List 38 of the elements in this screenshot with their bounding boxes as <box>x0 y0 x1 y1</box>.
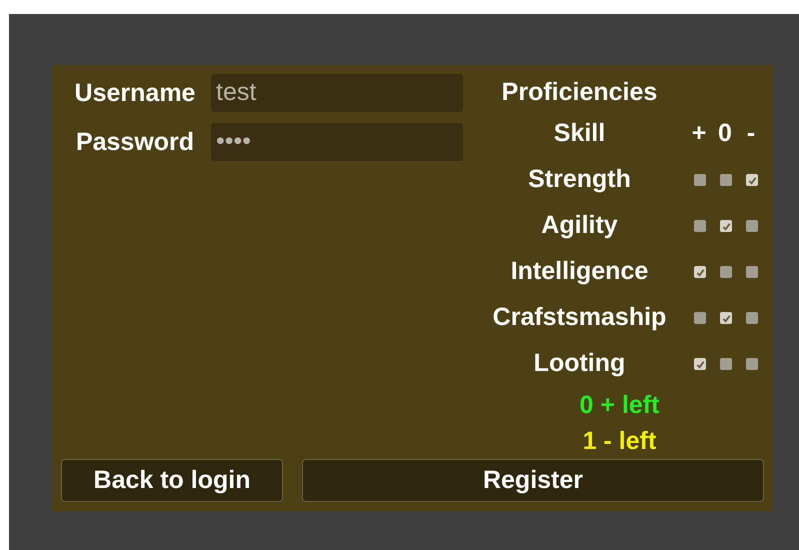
check-icon <box>696 268 704 276</box>
points-left-label: 0 + left <box>578 390 660 421</box>
skill-name: Looting <box>532 348 626 380</box>
checkbox[interactable] <box>720 358 732 370</box>
column-header: 0 <box>717 118 733 150</box>
checkbox[interactable] <box>694 312 706 324</box>
proficiencies-title: Proficiencies <box>500 77 658 108</box>
input-field[interactable]: test <box>211 74 463 112</box>
checkbox[interactable] <box>746 312 758 324</box>
checkbox[interactable] <box>694 220 706 232</box>
check-icon <box>722 314 730 322</box>
register-button[interactable]: Register <box>302 459 764 502</box>
field-label: Password <box>74 130 196 154</box>
checkbox[interactable] <box>746 266 758 278</box>
checkbox[interactable] <box>746 220 758 232</box>
checkbox[interactable] <box>720 220 732 232</box>
skill-name: Strength <box>527 164 632 196</box>
checkbox[interactable] <box>746 174 758 186</box>
checkbox[interactable] <box>694 266 706 278</box>
check-icon <box>722 222 730 230</box>
checkbox[interactable] <box>720 174 732 186</box>
points-left-label: 1 - left <box>582 426 658 457</box>
check-icon <box>696 360 704 368</box>
checkbox[interactable] <box>694 174 706 186</box>
checkbox[interactable] <box>720 266 732 278</box>
column-header: + <box>691 118 707 150</box>
input-field[interactable]: •••• <box>211 123 463 161</box>
checkbox[interactable] <box>720 312 732 324</box>
check-icon <box>748 176 756 184</box>
skill-header: Skill <box>552 118 606 150</box>
field-label: Username <box>74 80 196 106</box>
column-header: - <box>746 118 756 150</box>
back-button[interactable]: Back to login <box>61 459 283 502</box>
checkbox[interactable] <box>694 358 706 370</box>
checkbox[interactable] <box>746 358 758 370</box>
skill-name: Intelligence <box>510 256 650 288</box>
skill-name: Crafstsmaship <box>492 302 668 334</box>
skill-name: Agility <box>540 210 619 242</box>
